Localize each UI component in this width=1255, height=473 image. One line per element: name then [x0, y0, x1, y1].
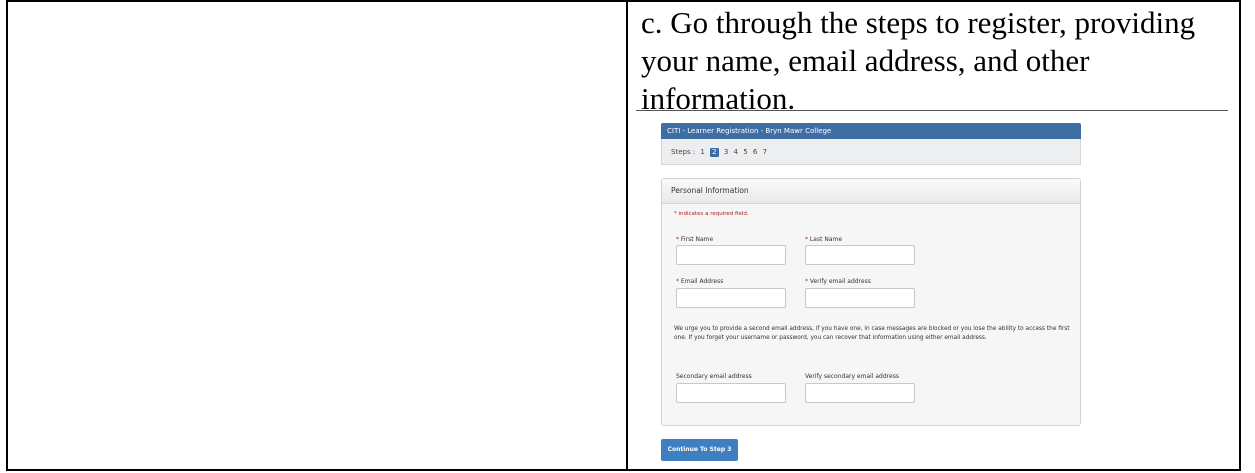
last-name-label-text: Last Name — [809, 236, 843, 243]
secondary-email-label: Secondary email address — [676, 373, 752, 380]
verify-secondary-email-field[interactable] — [805, 383, 915, 403]
steps-bar: Steps : 1 2 3 4 5 6 7 — [661, 139, 1081, 165]
window-title: CITI - Learner Registration - Bryn Mawr … — [661, 123, 1081, 139]
required-star: * — [805, 278, 808, 285]
continue-button[interactable]: Continue To Step 3 — [661, 439, 738, 461]
step-5[interactable]: 5 — [743, 139, 747, 165]
column-divider — [626, 0, 628, 471]
required-star: * — [676, 278, 679, 285]
email-label: * Email Address — [676, 278, 723, 285]
secondary-email-field[interactable] — [676, 383, 786, 403]
verify-secondary-email-label: Verify secondary email address — [805, 373, 899, 380]
required-star: * — [805, 236, 808, 243]
step-2-current[interactable]: 2 — [710, 148, 719, 157]
email-label-text: Email Address — [680, 278, 724, 285]
personal-info-panel: Personal Information * indicates a requi… — [661, 178, 1081, 426]
verify-email-label: * Verify email address — [805, 278, 871, 285]
email-field[interactable] — [676, 288, 786, 308]
first-name-label-text: First Name — [680, 236, 714, 243]
required-note: * indicates a required field. — [674, 211, 749, 217]
registration-screenshot: CITI - Learner Registration - Bryn Mawr … — [661, 123, 1081, 463]
secondary-email-note: We urge you to provide a second email ad… — [674, 326, 1070, 341]
instruction-text: c. Go through the steps to register, pro… — [641, 5, 1196, 116]
required-star: * — [676, 236, 679, 243]
step-3[interactable]: 3 — [724, 139, 728, 165]
first-name-field[interactable] — [676, 245, 786, 265]
step-7[interactable]: 7 — [763, 139, 767, 165]
steps-label: Steps : — [671, 148, 696, 156]
first-name-label: * First Name — [676, 236, 713, 243]
last-name-label: * Last Name — [805, 236, 842, 243]
step-4[interactable]: 4 — [734, 139, 738, 165]
verify-email-label-text: Verify email address — [809, 278, 871, 285]
last-name-field[interactable] — [805, 245, 915, 265]
verify-email-field[interactable] — [805, 288, 915, 308]
step-1[interactable]: 1 — [700, 139, 704, 165]
panel-title: Personal Information — [662, 179, 1080, 204]
step-6[interactable]: 6 — [753, 139, 757, 165]
horizontal-rule — [636, 110, 1228, 111]
